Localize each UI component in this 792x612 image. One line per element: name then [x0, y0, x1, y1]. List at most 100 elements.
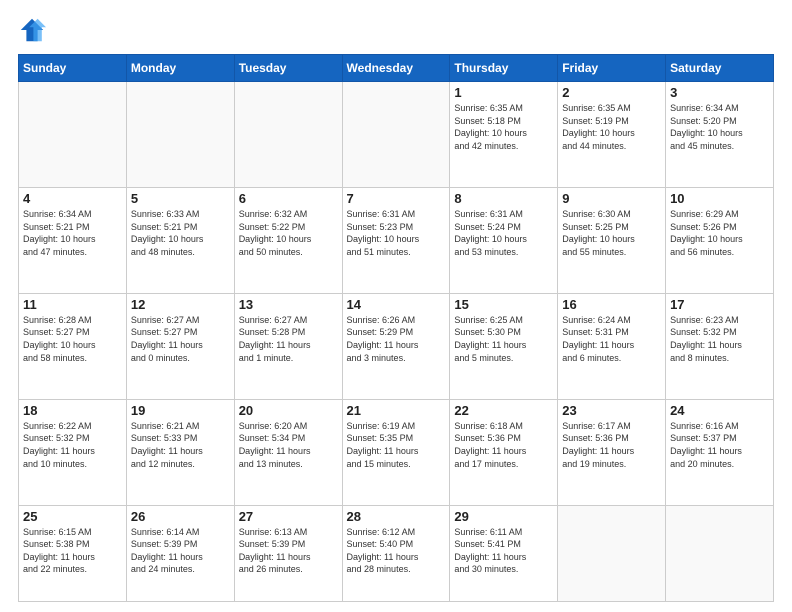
calendar-cell: 12 Sunrise: 6:27 AMSunset: 5:27 PMDayligh… — [126, 293, 234, 399]
day-of-week-saturday: Saturday — [666, 55, 774, 82]
calendar-cell — [666, 505, 774, 601]
day-number: 15 — [454, 297, 553, 312]
day-number: 24 — [670, 403, 769, 418]
day-info: Sunrise: 6:31 AMSunset: 5:23 PMDaylight:… — [347, 208, 446, 258]
day-info: Sunrise: 6:33 AMSunset: 5:21 PMDaylight:… — [131, 208, 230, 258]
calendar-cell: 11 Sunrise: 6:28 AMSunset: 5:27 PMDayligh… — [19, 293, 127, 399]
day-number: 2 — [562, 85, 661, 100]
calendar-cell: 20 Sunrise: 6:20 AMSunset: 5:34 PMDayligh… — [234, 399, 342, 505]
day-of-week-friday: Friday — [558, 55, 666, 82]
day-number: 4 — [23, 191, 122, 206]
day-number: 7 — [347, 191, 446, 206]
day-number: 26 — [131, 509, 230, 524]
day-number: 22 — [454, 403, 553, 418]
calendar-cell: 17 Sunrise: 6:23 AMSunset: 5:32 PMDayligh… — [666, 293, 774, 399]
calendar-cell: 8 Sunrise: 6:31 AMSunset: 5:24 PMDaylight… — [450, 187, 558, 293]
day-info: Sunrise: 6:19 AMSunset: 5:35 PMDaylight:… — [347, 420, 446, 470]
day-number: 3 — [670, 85, 769, 100]
day-info: Sunrise: 6:30 AMSunset: 5:25 PMDaylight:… — [562, 208, 661, 258]
day-number: 10 — [670, 191, 769, 206]
day-number: 1 — [454, 85, 553, 100]
day-number: 23 — [562, 403, 661, 418]
calendar-cell — [342, 82, 450, 188]
calendar-cell: 7 Sunrise: 6:31 AMSunset: 5:23 PMDaylight… — [342, 187, 450, 293]
page: SundayMondayTuesdayWednesdayThursdayFrid… — [0, 0, 792, 612]
calendar-week-1: 4 Sunrise: 6:34 AMSunset: 5:21 PMDaylight… — [19, 187, 774, 293]
calendar-cell: 28 Sunrise: 6:12 AMSunset: 5:40 PMDayligh… — [342, 505, 450, 601]
day-number: 28 — [347, 509, 446, 524]
logo — [18, 16, 50, 44]
day-info: Sunrise: 6:34 AMSunset: 5:21 PMDaylight:… — [23, 208, 122, 258]
day-info: Sunrise: 6:17 AMSunset: 5:36 PMDaylight:… — [562, 420, 661, 470]
day-info: Sunrise: 6:12 AMSunset: 5:40 PMDaylight:… — [347, 526, 446, 576]
day-number: 29 — [454, 509, 553, 524]
logo-icon — [18, 16, 46, 44]
day-number: 9 — [562, 191, 661, 206]
calendar-cell: 9 Sunrise: 6:30 AMSunset: 5:25 PMDaylight… — [558, 187, 666, 293]
day-info: Sunrise: 6:11 AMSunset: 5:41 PMDaylight:… — [454, 526, 553, 576]
calendar-cell: 4 Sunrise: 6:34 AMSunset: 5:21 PMDaylight… — [19, 187, 127, 293]
day-info: Sunrise: 6:20 AMSunset: 5:34 PMDaylight:… — [239, 420, 338, 470]
calendar-week-4: 25 Sunrise: 6:15 AMSunset: 5:38 PMDayligh… — [19, 505, 774, 601]
calendar: SundayMondayTuesdayWednesdayThursdayFrid… — [18, 54, 774, 602]
day-info: Sunrise: 6:25 AMSunset: 5:30 PMDaylight:… — [454, 314, 553, 364]
day-info: Sunrise: 6:13 AMSunset: 5:39 PMDaylight:… — [239, 526, 338, 576]
calendar-cell: 27Sunrise: 6:13 AMSunset: 5:39 PMDayligh… — [234, 505, 342, 601]
calendar-cell: 10 Sunrise: 6:29 AMSunset: 5:26 PMDayligh… — [666, 187, 774, 293]
day-info: Sunrise: 6:27 AMSunset: 5:27 PMDaylight:… — [131, 314, 230, 364]
day-info: Sunrise: 6:24 AMSunset: 5:31 PMDaylight:… — [562, 314, 661, 364]
calendar-cell: 2 Sunrise: 6:35 AMSunset: 5:19 PMDaylight… — [558, 82, 666, 188]
calendar-cell: 21Sunrise: 6:19 AMSunset: 5:35 PMDayligh… — [342, 399, 450, 505]
day-number: 8 — [454, 191, 553, 206]
calendar-cell: 23 Sunrise: 6:17 AMSunset: 5:36 PMDayligh… — [558, 399, 666, 505]
day-of-week-sunday: Sunday — [19, 55, 127, 82]
day-number: 18 — [23, 403, 122, 418]
day-of-week-thursday: Thursday — [450, 55, 558, 82]
day-number: 17 — [670, 297, 769, 312]
day-of-week-tuesday: Tuesday — [234, 55, 342, 82]
calendar-cell — [234, 82, 342, 188]
calendar-cell — [19, 82, 127, 188]
day-number: 19 — [131, 403, 230, 418]
day-number: 20 — [239, 403, 338, 418]
calendar-header-row: SundayMondayTuesdayWednesdayThursdayFrid… — [19, 55, 774, 82]
day-info: Sunrise: 6:35 AMSunset: 5:19 PMDaylight:… — [562, 102, 661, 152]
day-info: Sunrise: 6:22 AMSunset: 5:32 PMDaylight:… — [23, 420, 122, 470]
day-number: 13 — [239, 297, 338, 312]
header — [18, 16, 774, 44]
day-info: Sunrise: 6:34 AMSunset: 5:20 PMDaylight:… — [670, 102, 769, 152]
calendar-cell: 25 Sunrise: 6:15 AMSunset: 5:38 PMDayligh… — [19, 505, 127, 601]
calendar-cell: 13 Sunrise: 6:27 AMSunset: 5:28 PMDayligh… — [234, 293, 342, 399]
day-info: Sunrise: 6:21 AMSunset: 5:33 PMDaylight:… — [131, 420, 230, 470]
day-of-week-wednesday: Wednesday — [342, 55, 450, 82]
calendar-cell: 3 Sunrise: 6:34 AMSunset: 5:20 PMDaylight… — [666, 82, 774, 188]
calendar-cell: 26Sunrise: 6:14 AMSunset: 5:39 PMDayligh… — [126, 505, 234, 601]
calendar-week-0: 1Sunrise: 6:35 AMSunset: 5:18 PMDaylight… — [19, 82, 774, 188]
day-info: Sunrise: 6:29 AMSunset: 5:26 PMDaylight:… — [670, 208, 769, 258]
calendar-cell: 5 Sunrise: 6:33 AMSunset: 5:21 PMDaylight… — [126, 187, 234, 293]
day-number: 25 — [23, 509, 122, 524]
day-info: Sunrise: 6:28 AMSunset: 5:27 PMDaylight:… — [23, 314, 122, 364]
calendar-cell: 19 Sunrise: 6:21 AMSunset: 5:33 PMDayligh… — [126, 399, 234, 505]
calendar-cell — [126, 82, 234, 188]
calendar-cell: 15 Sunrise: 6:25 AMSunset: 5:30 PMDayligh… — [450, 293, 558, 399]
calendar-week-2: 11 Sunrise: 6:28 AMSunset: 5:27 PMDayligh… — [19, 293, 774, 399]
calendar-cell: 6Sunrise: 6:32 AMSunset: 5:22 PMDaylight… — [234, 187, 342, 293]
day-number: 5 — [131, 191, 230, 206]
day-number: 12 — [131, 297, 230, 312]
calendar-cell: 22 Sunrise: 6:18 AMSunset: 5:36 PMDayligh… — [450, 399, 558, 505]
day-info: Sunrise: 6:23 AMSunset: 5:32 PMDaylight:… — [670, 314, 769, 364]
day-number: 16 — [562, 297, 661, 312]
calendar-cell — [558, 505, 666, 601]
day-number: 6 — [239, 191, 338, 206]
day-number: 11 — [23, 297, 122, 312]
day-info: Sunrise: 6:31 AMSunset: 5:24 PMDaylight:… — [454, 208, 553, 258]
day-info: Sunrise: 6:15 AMSunset: 5:38 PMDaylight:… — [23, 526, 122, 576]
day-info: Sunrise: 6:18 AMSunset: 5:36 PMDaylight:… — [454, 420, 553, 470]
calendar-week-3: 18 Sunrise: 6:22 AMSunset: 5:32 PMDayligh… — [19, 399, 774, 505]
calendar-cell: 29 Sunrise: 6:11 AMSunset: 5:41 PMDayligh… — [450, 505, 558, 601]
day-info: Sunrise: 6:27 AMSunset: 5:28 PMDaylight:… — [239, 314, 338, 364]
calendar-cell: 16 Sunrise: 6:24 AMSunset: 5:31 PMDayligh… — [558, 293, 666, 399]
calendar-cell: 24Sunrise: 6:16 AMSunset: 5:37 PMDayligh… — [666, 399, 774, 505]
day-of-week-monday: Monday — [126, 55, 234, 82]
